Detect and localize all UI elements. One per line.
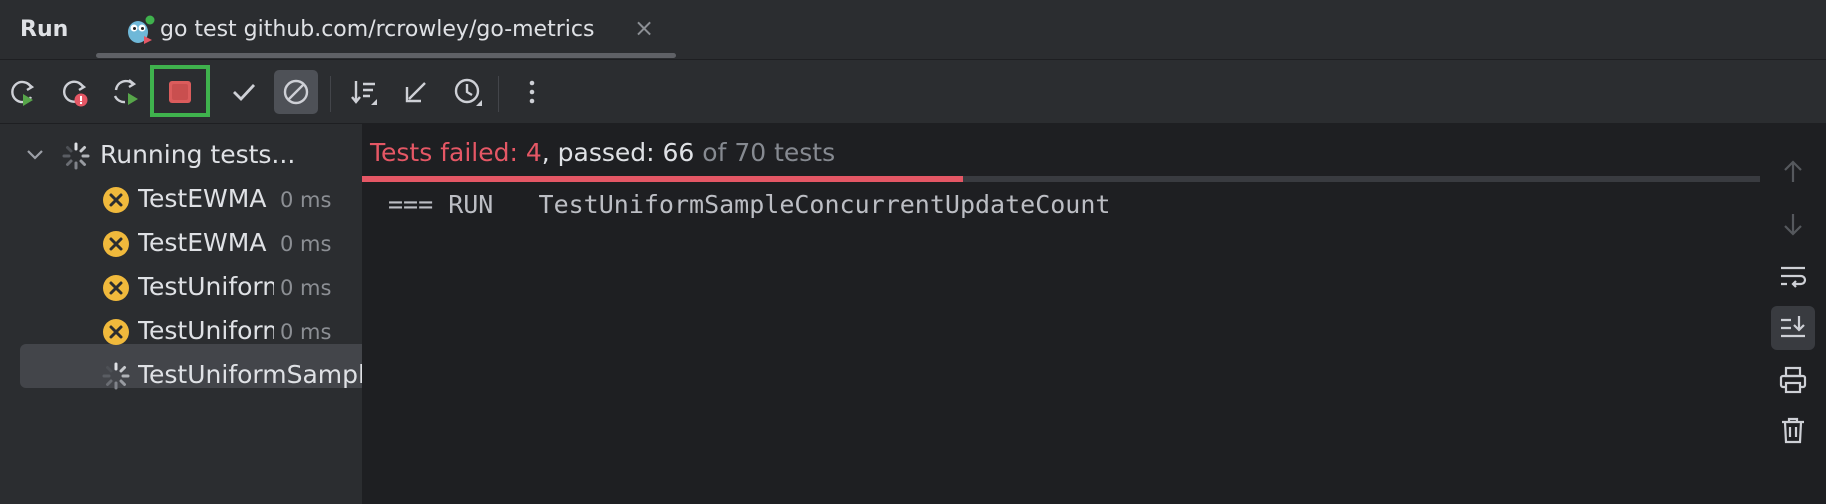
chevron-down-icon[interactable] xyxy=(24,144,46,166)
console-panel: Tests failed: 4, passed: 66 of 70 tests … xyxy=(362,124,1826,504)
test-duration: 0 ms xyxy=(280,188,332,212)
tab-active-indicator xyxy=(96,53,676,58)
soft-wrap-button[interactable] xyxy=(1771,254,1815,298)
history-icon xyxy=(454,78,482,106)
collapse-icon xyxy=(405,82,426,103)
sort-icon xyxy=(351,81,377,105)
test-name: TestUniform xyxy=(138,272,274,301)
tree-root-row[interactable]: Running tests... xyxy=(0,136,362,176)
test-tree: Running tests... TestEWMA 0 ms TestEWMA … xyxy=(0,124,362,504)
tab-bar: Run go test github.com/rcrowley/go-metri… xyxy=(0,0,1826,60)
arrow-down-icon xyxy=(1784,214,1802,236)
rerun-automatically-icon xyxy=(113,79,138,105)
show-ignored-toggle[interactable] xyxy=(274,70,318,114)
scroll-to-end-icon xyxy=(1781,316,1805,338)
test-progress-bar xyxy=(362,176,1762,182)
run-toolbar xyxy=(0,60,1826,124)
passed-count-text: , passed: 66 xyxy=(541,138,695,167)
test-failed-icon xyxy=(103,319,129,345)
rerun-button[interactable] xyxy=(0,70,44,114)
test-name: TestEWMA xyxy=(138,228,267,257)
rerun-failed-button[interactable] xyxy=(52,70,96,114)
trash-icon xyxy=(1782,417,1804,444)
test-failed-icon xyxy=(103,231,129,257)
run-tab-title: go test github.com/rcrowley/go-metrics xyxy=(160,17,595,42)
test-failed-icon xyxy=(103,187,129,213)
tree-item[interactable]: TestUniform 0 ms xyxy=(0,268,362,308)
print-icon xyxy=(1779,366,1807,394)
spinner-icon xyxy=(62,142,90,170)
close-tab-icon[interactable]: × xyxy=(634,14,654,42)
rerun-icon xyxy=(11,80,35,106)
clear-all-button[interactable] xyxy=(1771,408,1815,452)
stop-button[interactable] xyxy=(158,70,202,114)
rerun-failed-icon xyxy=(62,80,88,107)
toolbar-separator xyxy=(330,76,331,112)
show-passed-icon xyxy=(233,84,256,102)
stop-icon xyxy=(169,81,191,103)
collapse-button[interactable] xyxy=(394,70,438,114)
test-name: TestUniform xyxy=(138,316,274,345)
print-button[interactable] xyxy=(1771,358,1815,402)
soft-wrap-icon xyxy=(1781,266,1807,288)
test-name: TestEWMA xyxy=(138,184,267,213)
scroll-to-end-toggle[interactable] xyxy=(1771,306,1815,350)
toolbar-separator xyxy=(498,76,499,112)
run-tab[interactable]: go test github.com/rcrowley/go-metrics × xyxy=(96,0,676,60)
tree-item-selected[interactable]: TestUniformSample xyxy=(0,356,362,396)
gopher-run-icon xyxy=(124,14,156,46)
test-duration: 0 ms xyxy=(280,320,332,344)
more-button[interactable] xyxy=(510,70,554,114)
more-icon xyxy=(529,80,535,104)
console-output-line: === RUN TestUniformSampleConcurrentUpdat… xyxy=(388,190,1111,219)
tree-item[interactable]: TestEWMA 0 ms xyxy=(0,180,362,220)
history-button[interactable] xyxy=(446,70,490,114)
tree-root-label: Running tests... xyxy=(100,140,296,169)
total-count-text: of 70 tests xyxy=(694,138,836,167)
next-occurrence-button[interactable] xyxy=(1771,202,1815,246)
arrow-up-icon xyxy=(1784,160,1802,182)
failed-count-text: Tests failed: 4 xyxy=(370,138,542,167)
show-ignored-icon xyxy=(283,79,309,105)
sort-button[interactable] xyxy=(342,70,386,114)
test-duration: 0 ms xyxy=(280,276,332,300)
test-name: TestUniformSample xyxy=(138,360,362,389)
test-status-summary: Tests failed: 4, passed: 66 of 70 tests xyxy=(370,138,835,167)
console-side-toolbar xyxy=(1760,124,1826,504)
tree-item[interactable]: TestUniform 0 ms xyxy=(0,312,362,352)
rerun-automatically-button[interactable] xyxy=(104,70,148,114)
spinner-icon xyxy=(102,362,130,390)
previous-occurrence-button[interactable] xyxy=(1771,150,1815,194)
test-duration: 0 ms xyxy=(280,232,332,256)
test-failed-icon xyxy=(103,275,129,301)
tree-item[interactable]: TestEWMA 0 ms xyxy=(0,224,362,264)
test-progress-fill xyxy=(362,176,963,182)
show-passed-button[interactable] xyxy=(222,70,266,114)
run-panel-title: Run xyxy=(20,17,69,42)
